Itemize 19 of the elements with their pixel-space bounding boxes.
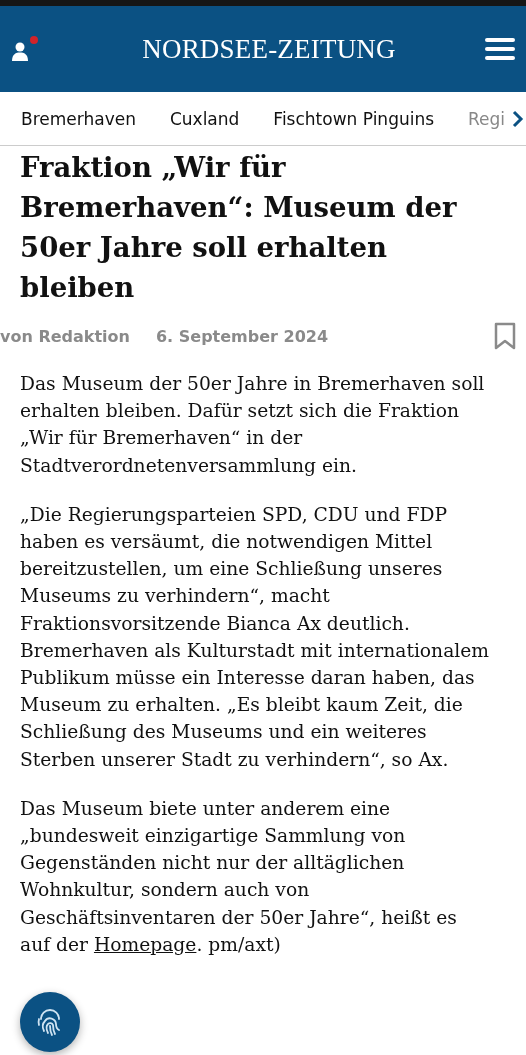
author-name: von Redaktion bbox=[0, 326, 130, 346]
nav-tab[interactable]: Bremerhaven bbox=[21, 108, 136, 129]
menu-button[interactable] bbox=[484, 36, 516, 62]
nav-tab[interactable]: Cuxland bbox=[169, 108, 240, 129]
site-logo[interactable]: NORDSEE-ZEITUNG bbox=[142, 33, 396, 65]
article-headline: Fraktion „Wir für Bremerhaven“: Museum der 50er Jahre soll erhalten bleiben bbox=[20, 150, 458, 305]
bookmark-icon[interactable] bbox=[494, 322, 516, 350]
article-paragraph: Das Museum biete unter anderem eine „bundesweit einzigartige Sammlung von Gegenständen nicht nur der alltäglichen Wohnkultur, sondern auch von Geschäftsinventaren der 50er Jahre“, heißt es auf der Homepage. pm/axt) bbox=[20, 796, 458, 957]
nav-tab[interactable]: Regi bbox=[468, 108, 506, 129]
menu-icon bbox=[484, 36, 516, 62]
homepage-link[interactable]: Homepage bbox=[93, 933, 197, 955]
fingerprint-button[interactable] bbox=[20, 992, 80, 1052]
chevron-right-icon[interactable] bbox=[512, 110, 524, 128]
publish-date: 6. September 2024 bbox=[155, 326, 329, 346]
account-button[interactable] bbox=[10, 34, 40, 64]
nav-tab[interactable]: Fischtown Pinguins bbox=[273, 108, 435, 129]
article-paragraph: „Die Regierungsparteien SPD, CDU und FDP haben es versäumt, die notwendigen Mittel bereitzustellen, um eine Schließung unseres Museums zu verhindern“, macht Fraktionsvorsitzende Bianca Ax deutlich. Bremerhaven als Kulturstadt mit internationalem Publikum müsse ein Interesse daran haben, das Museum zu erhalten. „Es bleibt kaum Zeit, die Schließung des Museums und ein weiteres Sterben unserer Stadt zu verhindern“, so Ax. bbox=[20, 502, 490, 772]
article-paragraph: Das Museum der 50er Jahre in Bremerhaven soll erhalten bleiben. Dafür setzt sich die Fraktion „Wir für Bremerhaven“ in der Stadtverordnetenversammlung ein. bbox=[20, 372, 486, 478]
user-icon bbox=[10, 34, 40, 64]
